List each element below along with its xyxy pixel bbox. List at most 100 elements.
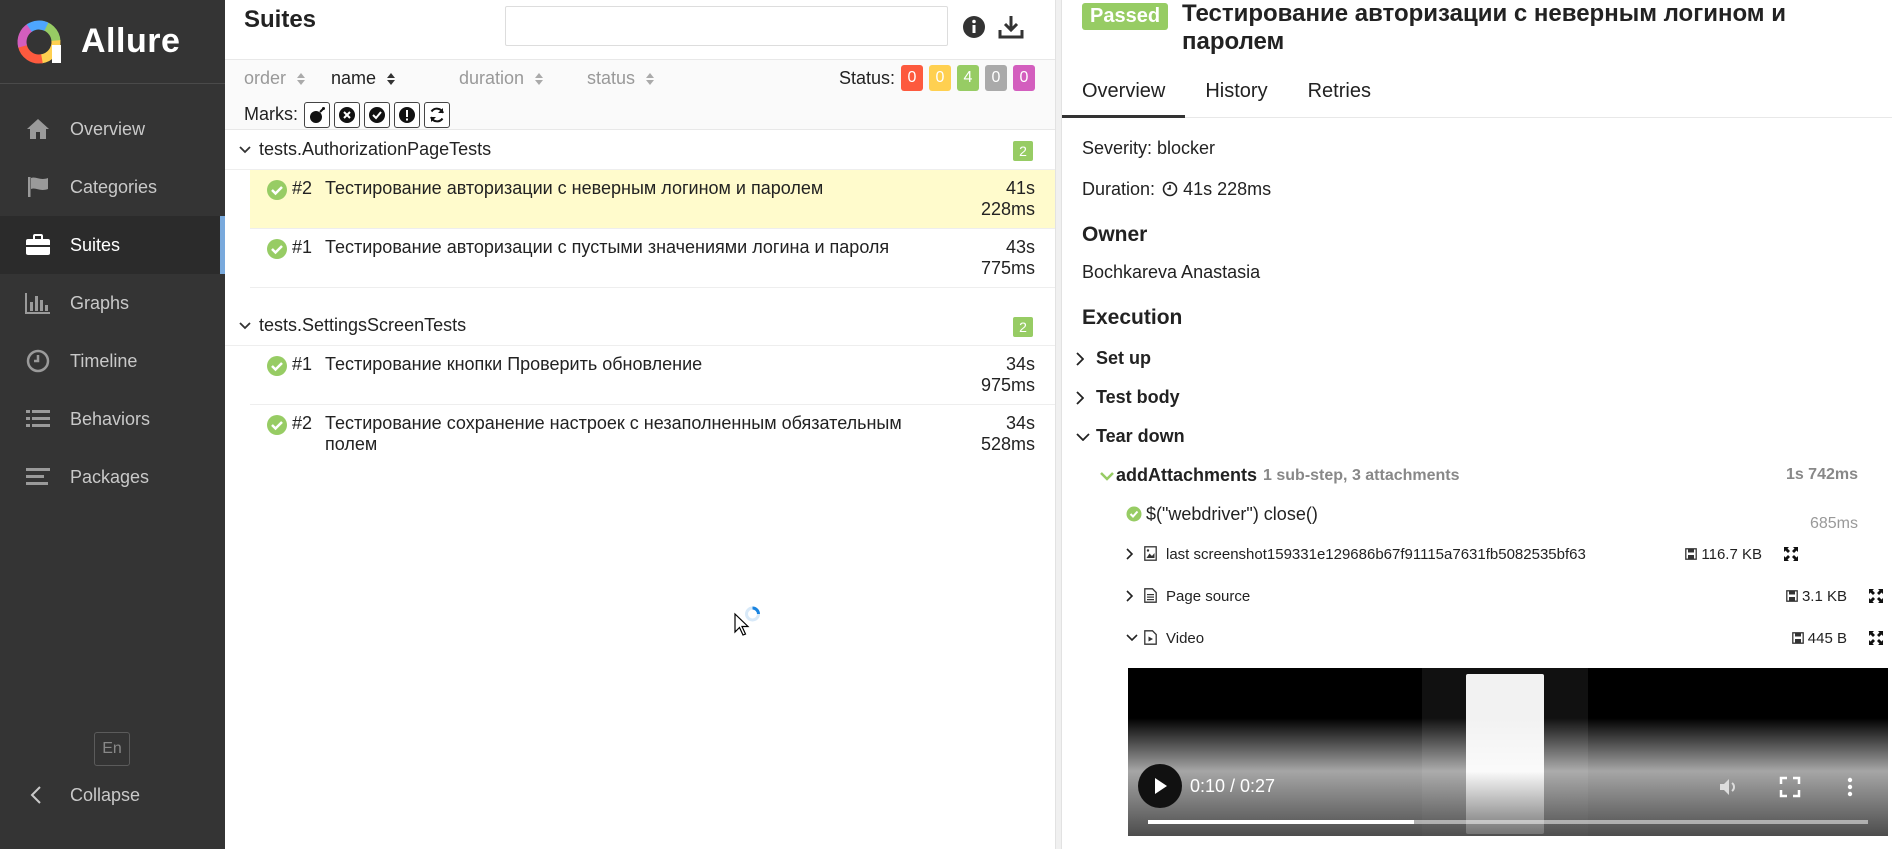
tab-history[interactable]: History <box>1185 60 1287 118</box>
stage-label: Test body <box>1096 387 1180 407</box>
sidebar-item-label: Packages <box>70 466 150 487</box>
test-row[interactable]: #2 Тестирование сохранение настроек с не… <box>250 405 1055 463</box>
status-skipped-toggle[interactable]: 0 <box>985 65 1007 91</box>
stage-teardown[interactable]: Tear down <box>1076 417 1872 456</box>
chevron-right-icon <box>1126 590 1138 602</box>
sidebar-nav: Overview Categories Suites Graphs Timeli… <box>0 100 225 506</box>
sidebar-item-packages[interactable]: Packages <box>0 448 225 506</box>
sort-duration-button[interactable]: duration <box>459 68 544 89</box>
attachment-video[interactable]: Video 445 B <box>1082 617 1883 659</box>
fullscreen-icon[interactable] <box>1779 776 1801 798</box>
save-icon <box>1685 548 1698 560</box>
test-name: Тестирование сохранение настроек с незап… <box>325 413 902 454</box>
chevron-down-icon <box>239 321 253 330</box>
stage-label: Tear down <box>1096 426 1185 446</box>
busy-cursor-icon <box>734 606 760 636</box>
times-circle-icon <box>339 106 355 123</box>
status-broken-toggle[interactable]: 0 <box>929 65 951 91</box>
stage-setup[interactable]: Set up <box>1076 339 1872 378</box>
sort-order-label: order <box>244 68 287 88</box>
expand-icon[interactable] <box>1868 588 1884 604</box>
search-input[interactable] <box>505 6 948 46</box>
chevron-left-icon <box>24 786 48 804</box>
more-options-icon[interactable] <box>1839 776 1861 798</box>
sidebar-item-graphs[interactable]: Graphs <box>0 274 225 332</box>
status-failed-toggle[interactable]: 0 <box>901 65 923 91</box>
flag-icon <box>24 175 52 199</box>
sort-status-button[interactable]: status <box>587 68 655 89</box>
sidebar-item-timeline[interactable]: Timeline <box>0 332 225 390</box>
passed-check-icon <box>267 180 287 200</box>
sidebar-item-behaviors[interactable]: Behaviors <box>0 390 225 448</box>
suite-group-name: tests.AuthorizationPageTests <box>259 139 492 159</box>
attachment-screenshot[interactable]: last screenshot159331e129686b67f91115a76… <box>1082 533 1872 575</box>
play-icon <box>1155 778 1167 794</box>
status-passed-toggle[interactable]: 4 <box>957 65 979 91</box>
duration-row: Duration: 41s 228ms <box>1082 173 1872 214</box>
volume-icon[interactable] <box>1718 776 1740 798</box>
test-duration: 34s 975ms <box>980 354 1035 395</box>
test-row[interactable]: #1 Тестирование авторизации с пустыми зн… <box>250 229 1055 288</box>
test-name: Тестирование кнопки Проверить обновление <box>325 354 703 374</box>
play-button[interactable] <box>1138 764 1182 808</box>
sidebar-item-suites[interactable]: Suites <box>0 216 225 274</box>
brand[interactable]: Allure <box>0 0 225 84</box>
sort-status-label: status <box>587 68 636 88</box>
video-progress-bar[interactable] <box>1148 820 1868 824</box>
overview-content: Severity: blocker Duration: 41s 228ms Ow… <box>1062 118 1892 659</box>
chevron-down-icon <box>1076 432 1090 441</box>
pane-splitter[interactable] <box>1055 0 1062 849</box>
attachment-size: 116.7 KB <box>1685 546 1762 563</box>
expand-icon[interactable] <box>1868 630 1884 646</box>
video-player[interactable]: 0:10 / 0:27 <box>1128 668 1888 836</box>
suite-group-header[interactable]: tests.AuthorizationPageTests 2 <box>225 130 1055 170</box>
passed-check-icon <box>267 239 287 259</box>
collapse-label: Collapse <box>70 784 141 805</box>
sidebar-item-label: Timeline <box>70 350 138 371</box>
attachment-size: 445 B <box>1791 629 1847 647</box>
test-row[interactable]: #1 Тестирование кнопки Проверить обновле… <box>250 346 1055 405</box>
sidebar-item-label: Categories <box>70 176 158 197</box>
new-failed-mark-button[interactable] <box>334 101 360 128</box>
video-progress-fill <box>1148 820 1415 824</box>
briefcase-icon <box>24 233 52 257</box>
owner-name: Bochkareva Anastasia <box>1082 262 1261 282</box>
suite-group-name: tests.SettingsScreenTests <box>259 315 467 335</box>
new-broken-mark-button[interactable] <box>394 101 420 128</box>
sort-bar: order name duration status Status: 0 0 4… <box>225 60 1055 100</box>
suite-group-header[interactable]: tests.SettingsScreenTests 2 <box>225 306 1055 346</box>
retries-mark-button[interactable] <box>424 101 450 128</box>
new-passed-mark-button[interactable] <box>364 101 390 128</box>
sidebar-item-label: Overview <box>70 118 146 139</box>
language-button[interactable]: En <box>94 732 130 766</box>
step-add-attachments[interactable]: addAttachments 1 sub-step, 3 attachments… <box>1082 456 1872 495</box>
sidebar-item-overview[interactable]: Overview <box>0 100 225 158</box>
collapse-button[interactable]: Collapse <box>24 778 140 812</box>
attachment-size-value: 445 B <box>1807 629 1847 647</box>
attachment-page-source[interactable]: Page source 3.1 KB <box>1082 575 1883 617</box>
sidebar-item-label: Graphs <box>70 292 130 313</box>
tab-retries[interactable]: Retries <box>1288 60 1391 118</box>
download-icon[interactable] <box>998 14 1024 40</box>
allure-logo-icon <box>17 20 61 63</box>
check-circle-icon <box>369 106 385 123</box>
sort-name-button[interactable]: name <box>331 68 396 89</box>
duration-label: Duration: <box>1082 179 1156 199</box>
refresh-icon <box>430 107 444 122</box>
sort-icon <box>296 71 306 87</box>
info-icon[interactable] <box>961 14 987 40</box>
sidebar-item-categories[interactable]: Categories <box>0 158 225 216</box>
sort-order-button[interactable]: order <box>244 68 306 89</box>
status-unknown-toggle[interactable]: 0 <box>1013 65 1035 91</box>
chevron-right-icon <box>1126 548 1138 560</box>
stage-test-body[interactable]: Test body <box>1076 378 1872 417</box>
sidebar-item-label: Suites <box>70 234 121 255</box>
tab-overview[interactable]: Overview <box>1062 60 1186 118</box>
flaky-mark-button[interactable] <box>304 101 330 128</box>
expand-icon[interactable] <box>1783 546 1799 562</box>
test-detail-pane: Passed Тестирование авторизации с неверн… <box>1062 0 1892 849</box>
substep-row[interactable]: $("webdriver") close() 685ms <box>1082 495 1872 533</box>
align-left-icon <box>24 465 52 489</box>
test-row[interactable]: #2 Тестирование авторизации с неверным л… <box>250 170 1055 229</box>
suite-count-badge: 2 <box>1013 141 1033 161</box>
